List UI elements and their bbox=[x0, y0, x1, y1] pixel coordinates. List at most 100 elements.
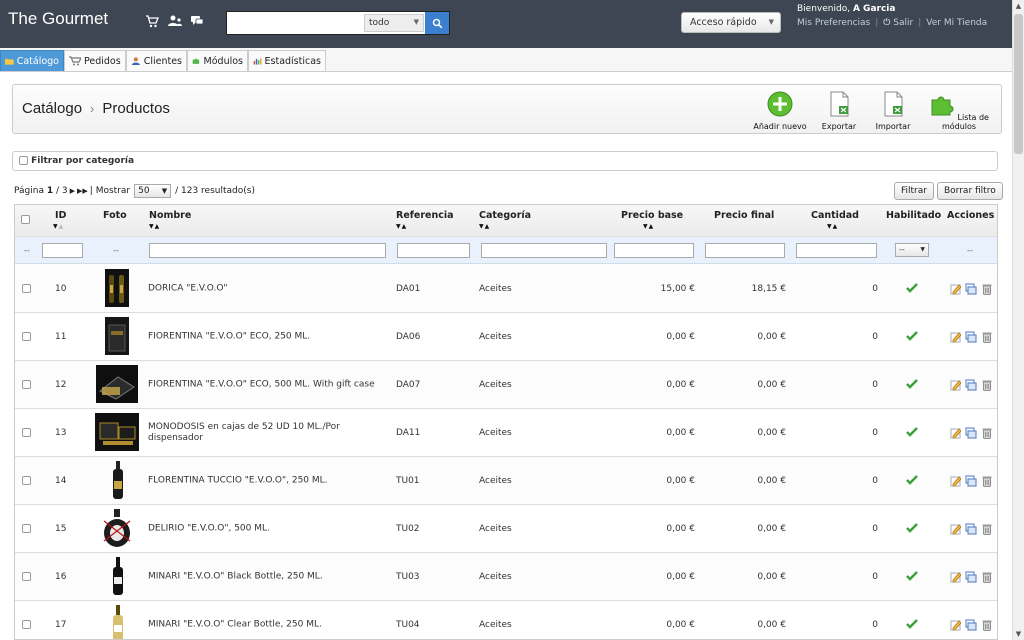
scroll-down-arrow[interactable]: ▼ bbox=[1013, 628, 1024, 640]
delete-icon[interactable] bbox=[981, 283, 993, 295]
sort-arrows-icon[interactable]: ▼▲ bbox=[643, 223, 654, 230]
product-name[interactable]: FIORENTINA "E.V.O.O" ECO, 500 ML. With g… bbox=[148, 379, 378, 390]
view-store-link[interactable]: Ver Mi Tienda bbox=[926, 18, 987, 28]
delete-icon[interactable] bbox=[981, 619, 993, 631]
duplicate-icon[interactable] bbox=[965, 619, 977, 631]
edit-icon[interactable] bbox=[950, 283, 962, 295]
table-row[interactable]: 16 MINARI "E.V.O.O" Black Bottle, 250 ML… bbox=[15, 553, 997, 601]
filter-button[interactable]: Filtrar bbox=[894, 182, 934, 200]
preferences-link[interactable]: Mis Preferencias bbox=[797, 18, 870, 28]
col-enabled[interactable]: Habilitado bbox=[886, 210, 941, 221]
edit-icon[interactable] bbox=[950, 523, 962, 535]
duplicate-icon[interactable] bbox=[965, 331, 977, 343]
sort-arrows-icon[interactable]: ▼▲ bbox=[53, 223, 64, 230]
sort-arrows-icon[interactable]: ▼▲ bbox=[396, 223, 407, 230]
duplicate-icon[interactable] bbox=[965, 283, 977, 295]
delete-icon[interactable] bbox=[981, 379, 993, 391]
product-name[interactable]: DORICA "E.V.O.O" bbox=[148, 283, 378, 294]
tab-modulos[interactable]: Módulos bbox=[187, 50, 248, 71]
product-name[interactable]: MONODOSIS en cajas de 52 UD 10 ML./Por d… bbox=[148, 422, 378, 444]
tab-clientes[interactable]: Clientes bbox=[126, 50, 187, 71]
cart-icon[interactable] bbox=[145, 14, 159, 28]
col-name[interactable]: Nombre bbox=[149, 210, 191, 221]
row-checkbox[interactable] bbox=[22, 428, 31, 437]
edit-icon[interactable] bbox=[950, 331, 962, 343]
duplicate-icon[interactable] bbox=[965, 379, 977, 391]
per-page-select[interactable]: 50 ▼ bbox=[134, 184, 172, 198]
breadcrumb-root[interactable]: Catálogo bbox=[22, 100, 82, 117]
enabled-check-icon[interactable] bbox=[906, 618, 918, 630]
tab-catalogo[interactable]: Catálogo bbox=[0, 50, 64, 71]
row-checkbox[interactable] bbox=[22, 332, 31, 341]
search-button[interactable] bbox=[425, 12, 449, 34]
table-row[interactable]: 12 FIORENTINA "E.V.O.O" ECO, 500 ML. Wit… bbox=[15, 361, 997, 409]
export-button[interactable]: Exportar bbox=[817, 91, 861, 131]
col-quantity[interactable]: Cantidad bbox=[811, 210, 859, 221]
edit-icon[interactable] bbox=[950, 427, 962, 439]
select-all-checkbox[interactable] bbox=[21, 215, 30, 224]
duplicate-icon[interactable] bbox=[965, 475, 977, 487]
table-row[interactable]: 10 DORICA "E.V.O.O" DA01 Aceites 15,00 €… bbox=[15, 265, 997, 313]
row-checkbox[interactable] bbox=[22, 572, 31, 581]
add-new-button[interactable]: Añadir nuevo bbox=[753, 91, 807, 131]
duplicate-icon[interactable] bbox=[965, 523, 977, 535]
sort-arrows-icon[interactable]: ▼▲ bbox=[479, 223, 490, 230]
enabled-check-icon[interactable] bbox=[906, 426, 918, 438]
filter-category-input[interactable] bbox=[481, 243, 607, 258]
product-name[interactable]: MINARI "E.V.O.O" Black Bottle, 250 ML. bbox=[148, 571, 378, 582]
filter-final-price-input[interactable] bbox=[705, 243, 785, 258]
enabled-check-icon[interactable] bbox=[906, 282, 918, 294]
import-button[interactable]: Importar bbox=[871, 91, 915, 131]
filter-quantity-input[interactable] bbox=[796, 243, 877, 258]
scroll-up-arrow[interactable]: ▲ bbox=[1013, 0, 1024, 12]
search-scope-select[interactable]: todo ▼ bbox=[364, 14, 424, 32]
product-name[interactable]: FIORENTINA "E.V.O.O" ECO, 250 ML. bbox=[148, 331, 378, 342]
table-row[interactable]: 13 MONODOSIS en cajas de 52 UD 10 ML./Po… bbox=[15, 409, 997, 457]
edit-icon[interactable] bbox=[950, 571, 962, 583]
filter-reference-input[interactable] bbox=[397, 243, 470, 258]
product-name[interactable]: FLORENTINA TUCCIO "E.V.O.O", 250 ML. bbox=[148, 475, 378, 486]
next-page-icon[interactable]: ▶ bbox=[70, 187, 75, 195]
table-row[interactable]: 11 FIORENTINA "E.V.O.O" ECO, 250 ML. DA0… bbox=[15, 313, 997, 361]
clear-filter-button[interactable]: Borrar filtro bbox=[937, 182, 1003, 200]
table-row[interactable]: 15 DELIRIO "E.V.O.O", 500 ML. TU02 Aceit… bbox=[15, 505, 997, 553]
edit-icon[interactable] bbox=[950, 475, 962, 487]
customers-icon[interactable] bbox=[168, 14, 182, 28]
enabled-check-icon[interactable] bbox=[906, 330, 918, 342]
col-reference[interactable]: Referencia bbox=[396, 210, 454, 221]
quick-access-select[interactable]: Acceso rápido ▼ bbox=[681, 12, 781, 33]
enabled-check-icon[interactable] bbox=[906, 570, 918, 582]
search-input[interactable] bbox=[229, 14, 363, 32]
col-category[interactable]: Categoría bbox=[479, 210, 531, 221]
row-checkbox[interactable] bbox=[22, 284, 31, 293]
filter-base-price-input[interactable] bbox=[614, 243, 694, 258]
row-checkbox[interactable] bbox=[22, 620, 31, 629]
delete-icon[interactable] bbox=[981, 427, 993, 439]
edit-icon[interactable] bbox=[950, 379, 962, 391]
enabled-check-icon[interactable] bbox=[906, 522, 918, 534]
col-base-price[interactable]: Precio base bbox=[621, 210, 683, 221]
enabled-check-icon[interactable] bbox=[906, 378, 918, 390]
logout-link[interactable]: Salir bbox=[893, 18, 913, 28]
table-row[interactable]: 14 FLORENTINA TUCCIO "E.V.O.O", 250 ML. … bbox=[15, 457, 997, 505]
last-page-icon[interactable]: ▶▶ bbox=[77, 187, 88, 195]
row-checkbox[interactable] bbox=[22, 476, 31, 485]
store-brand[interactable]: The Gourmet bbox=[8, 9, 108, 29]
enabled-check-icon[interactable] bbox=[906, 474, 918, 486]
row-checkbox[interactable] bbox=[22, 380, 31, 389]
filter-id-input[interactable] bbox=[42, 243, 83, 258]
scroll-thumb[interactable] bbox=[1014, 14, 1023, 154]
delete-icon[interactable] bbox=[981, 523, 993, 535]
delete-icon[interactable] bbox=[981, 475, 993, 487]
modules-list-button[interactable]: Lista de módulos bbox=[923, 91, 995, 131]
row-checkbox[interactable] bbox=[22, 524, 31, 533]
category-filter-checkbox[interactable] bbox=[19, 156, 28, 165]
tab-estadisticas[interactable]: Estadísticas bbox=[248, 50, 326, 71]
sort-arrows-icon[interactable]: ▼▲ bbox=[149, 223, 160, 230]
page-scrollbar[interactable]: ▲ ▼ bbox=[1012, 0, 1024, 640]
product-name[interactable]: MINARI "E.V.O.O" Clear Bottle, 250 ML. bbox=[148, 619, 378, 630]
duplicate-icon[interactable] bbox=[965, 427, 977, 439]
table-row[interactable]: 17 MINARI "E.V.O.O" Clear Bottle, 250 ML… bbox=[15, 601, 997, 639]
sort-arrows-icon[interactable]: ▼▲ bbox=[827, 223, 838, 230]
duplicate-icon[interactable] bbox=[965, 571, 977, 583]
